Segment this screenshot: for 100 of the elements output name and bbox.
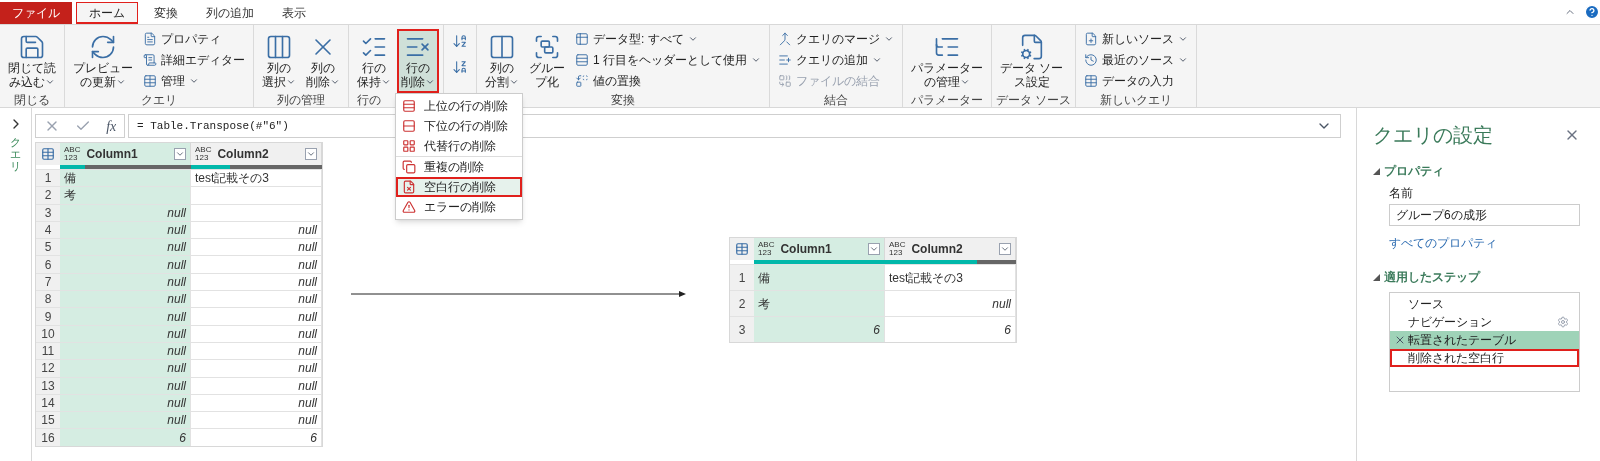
group-label: 閉じる	[14, 93, 50, 107]
combine-icon	[778, 74, 792, 88]
ribbon-button[interactable]: 閉じて読 み込む	[4, 29, 60, 93]
caret-icon	[286, 77, 296, 87]
field-label: 名前	[1389, 185, 1414, 202]
row-number: 3	[738, 321, 746, 339]
row-number: 5	[44, 239, 52, 257]
row-number: 8	[44, 291, 52, 309]
filter-dropdown-icon[interactable]	[305, 148, 317, 160]
ribbon-button[interactable]: パラメーター の管理	[907, 29, 987, 93]
table-cell: null	[60, 291, 191, 308]
applied-step[interactable]: ナビゲーション	[1390, 313, 1579, 331]
group-label: 行の	[357, 93, 381, 107]
ribbon-button[interactable]: データの入力	[1080, 71, 1193, 91]
menu-tab[interactable]: ファイル	[0, 2, 72, 24]
ribbon-button[interactable]: プレビュー の更新	[69, 29, 137, 93]
applied-step[interactable]: 削除された空白行	[1390, 349, 1579, 367]
document-plus-icon	[1084, 32, 1099, 46]
ribbon-button[interactable]: 最近のソース	[1080, 50, 1193, 70]
replace-icon	[575, 74, 589, 88]
group-label: 列の管理	[277, 93, 325, 107]
caret-icon	[1178, 34, 1189, 44]
name-field[interactable]: グループ6の成形	[1389, 204, 1580, 226]
column-name: Column1	[86, 146, 139, 163]
ribbon-button[interactable]: 管理	[139, 71, 249, 91]
gear-icon[interactable]	[1557, 316, 1569, 328]
caret-icon	[45, 77, 55, 87]
ribbon-button[interactable]: 列の 削除	[302, 29, 344, 93]
menu-tab[interactable]: ホーム	[76, 2, 138, 24]
section-heading[interactable]: 適用したステップ	[1384, 268, 1480, 286]
step-label: 削除された空白行	[1408, 350, 1505, 367]
table-cell: 備	[754, 265, 885, 290]
ribbon-button[interactable]: クエリの追加	[774, 50, 898, 70]
all-properties-link[interactable]: すべてのプロパティ	[1389, 234, 1580, 252]
table-cell: 考	[60, 187, 191, 204]
table-cell: 6	[754, 317, 885, 342]
queries-pane[interactable]: クエリ	[0, 108, 32, 461]
ribbon-button[interactable]: 行の 保持	[353, 29, 395, 93]
delete-step-icon[interactable]	[1394, 334, 1406, 346]
ribbon-button[interactable]: データ ソー ス設定	[996, 29, 1068, 93]
ribbon-button[interactable]: 詳細エディター	[139, 50, 249, 70]
row-number: 4	[44, 222, 52, 240]
menu-tab[interactable]: 変換	[142, 2, 190, 24]
menu-tab[interactable]: 表示	[270, 2, 318, 24]
applied-step[interactable]: ソース	[1390, 295, 1579, 313]
row-number: 1	[44, 170, 52, 188]
caret-icon	[381, 77, 391, 87]
menu-item[interactable]: 代替行の削除	[396, 136, 522, 156]
ribbon-button[interactable]: クエリのマージ	[774, 29, 898, 49]
table-cell: null	[60, 273, 191, 291]
table-menu-icon[interactable]	[41, 147, 55, 161]
ribbon-button[interactable]: プロパティ	[139, 29, 249, 49]
ribbon-button[interactable]: 1 行目をヘッダーとして使用	[571, 50, 765, 70]
applied-step[interactable]: 転置されたテーブル	[1390, 331, 1579, 349]
ribbon-button[interactable]: データ型: すべて	[571, 29, 765, 49]
fx-label[interactable]: fx	[106, 115, 117, 137]
ribbon-button[interactable]: 値の置換	[571, 71, 765, 91]
menu-item[interactable]: 下位の行の削除	[396, 116, 522, 136]
collapse-triangle-icon[interactable]	[1373, 167, 1380, 175]
caret-icon	[330, 77, 340, 87]
menu-item[interactable]: エラーの削除	[396, 197, 522, 217]
group-icon	[533, 33, 561, 61]
step-label: 転置されたテーブル	[1408, 332, 1517, 349]
group-label: データ ソース	[996, 93, 1072, 107]
type-label: ABC 123	[64, 146, 81, 162]
row-number: 14	[41, 395, 55, 412]
ribbon-button[interactable]: 列の 分割	[481, 29, 523, 93]
row-number: 7	[44, 273, 52, 291]
filter-dropdown-icon[interactable]	[868, 243, 880, 255]
table-icon	[1084, 74, 1099, 88]
menu-item[interactable]: 空白行の削除	[396, 177, 522, 197]
column-name: Column2	[911, 241, 964, 258]
menu-item[interactable]: 重複の削除	[396, 157, 522, 177]
document-icon	[143, 32, 157, 46]
menu-item[interactable]: 上位の行の削除	[396, 96, 522, 116]
row-number: 9	[44, 308, 52, 326]
table-cell: 備	[60, 170, 191, 187]
type-label: ABC 123	[195, 146, 212, 162]
table-cell: null	[60, 325, 191, 342]
table-cell: null	[60, 377, 191, 394]
collapse-triangle-icon[interactable]	[1373, 273, 1380, 281]
ribbon-button[interactable]: 列の 選択	[258, 29, 300, 93]
table-cell: null	[60, 239, 191, 256]
section-heading[interactable]: プロパティ	[1384, 162, 1444, 180]
row-number: 15	[41, 412, 55, 430]
columns-icon	[265, 33, 293, 61]
group-label: 新しいクエリ	[1100, 93, 1173, 107]
ribbon-button[interactable]: 新しいソース	[1080, 29, 1193, 49]
filter-dropdown-icon[interactable]	[174, 148, 186, 160]
help-icon[interactable]	[1584, 4, 1600, 20]
filter-dropdown-icon[interactable]	[999, 243, 1011, 255]
ribbon-button[interactable]: グルー プ化	[525, 29, 569, 93]
step-label: ナビゲーション	[1408, 314, 1493, 331]
column-name: Column2	[217, 146, 270, 163]
menu-tab[interactable]: 列の追加	[194, 2, 266, 24]
rows-icon	[575, 53, 589, 67]
save-icon	[18, 33, 46, 61]
table-cell: null	[60, 204, 191, 221]
table-menu-icon[interactable]	[735, 242, 749, 256]
group-label: パラメーター	[911, 93, 983, 107]
